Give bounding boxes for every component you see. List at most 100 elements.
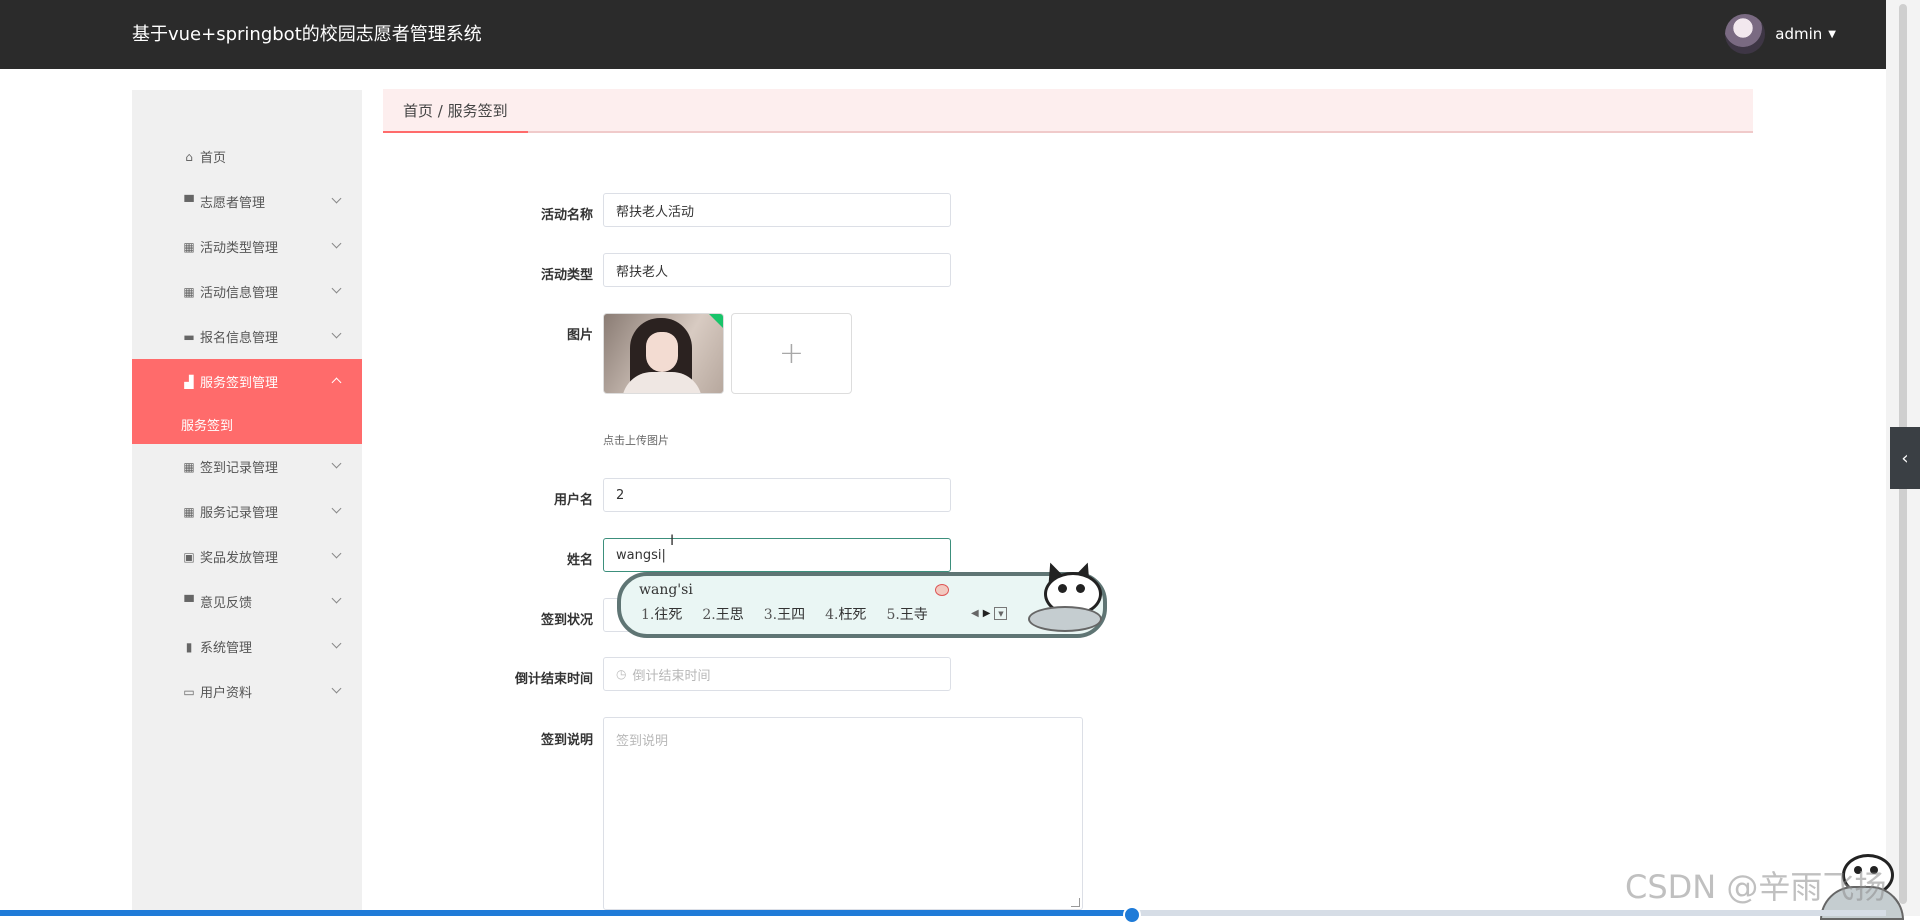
countdown-datetime-input[interactable]: ◷ 倒计结束时间 bbox=[603, 657, 951, 691]
breadcrumb-bar: 首页 / 服务签到 bbox=[383, 89, 1753, 133]
ime-candidate[interactable]: 2.王思 bbox=[702, 604, 743, 624]
sidebar-item-7[interactable]: ▦ 服务记录管理 bbox=[132, 489, 362, 534]
sidebar-menu: ⌂ 首页 ▀ 志愿者管理 ▦ 活动类型管理 ▦ 活动信息管理 ▬ 报名信息管理 ▟ 服务签到管理 服务签… bbox=[132, 134, 362, 714]
grid-icon: ▦ bbox=[183, 239, 195, 254]
ime-candidate-text: 王四 bbox=[777, 607, 806, 623]
sidebar: ⌂ 首页 ▀ 志愿者管理 ▦ 活动类型管理 ▦ 活动信息管理 ▬ 报名信息管理 ▟ 服务签到管理 服务签… bbox=[132, 90, 362, 916]
sidebar-item-10[interactable]: ▮ 系统管理 bbox=[132, 624, 362, 669]
activity-name-label: 活动名称 bbox=[540, 208, 593, 223]
chevron-down-icon bbox=[331, 283, 342, 294]
username-label: 用户名 bbox=[553, 493, 593, 508]
arrow-left-icon[interactable]: ◀ bbox=[971, 608, 979, 619]
sidebar-item-label: 活动类型管理 bbox=[200, 241, 279, 256]
chevron-up-icon bbox=[331, 377, 342, 388]
breadcrumb[interactable]: 首页 / 服务签到 bbox=[383, 89, 528, 133]
sidebar-item-3[interactable]: ▦ 活动信息管理 bbox=[132, 269, 362, 314]
countdown-label: 倒计结束时间 bbox=[514, 672, 593, 687]
monitor-icon: ▀ bbox=[184, 594, 194, 609]
sidebar-subitem-service-checkin[interactable]: 服务签到 bbox=[132, 404, 362, 444]
video-progress-handle[interactable] bbox=[1122, 906, 1141, 924]
ime-candidate-number: 2. bbox=[702, 607, 716, 623]
bar-chart-icon: ▮ bbox=[185, 639, 193, 654]
remark-label: 签到说明 bbox=[540, 733, 593, 748]
sidebar-item-label: 报名信息管理 bbox=[200, 331, 279, 346]
sidebar-item-6[interactable]: ▦ 签到记录管理 bbox=[132, 444, 362, 489]
countdown-placeholder: 倒计结束时间 bbox=[632, 668, 711, 684]
clock-icon: ◷ bbox=[616, 667, 627, 681]
chevron-down-icon bbox=[331, 503, 342, 514]
ime-candidate[interactable]: 3.王四 bbox=[764, 604, 805, 624]
chevron-down-icon bbox=[331, 458, 342, 469]
ime-candidate-number: 1. bbox=[641, 607, 655, 623]
ime-mascot-icon bbox=[1028, 559, 1102, 632]
app-title: 基于vue+springbot的校园志愿者管理系统 bbox=[132, 24, 482, 45]
plus-icon: + bbox=[778, 336, 805, 371]
watermark: CSDN @辛雨飞扬 bbox=[1625, 868, 1887, 906]
upload-hint: 点击上传图片 bbox=[603, 434, 669, 447]
grid-icon: ▦ bbox=[183, 459, 195, 474]
grid-icon: ▦ bbox=[183, 504, 195, 519]
sidebar-item-label: 首页 bbox=[200, 151, 227, 166]
chevron-down-icon bbox=[331, 548, 342, 559]
ime-candidate-list: 1.往死 2.王思 3.王四 4.枉死 5.王寺 bbox=[641, 604, 928, 624]
sidebar-item-4[interactable]: ▬ 报名信息管理 bbox=[132, 314, 362, 359]
clipboard-icon: ▣ bbox=[183, 549, 195, 564]
thumb-icon: ▟ bbox=[184, 374, 194, 389]
ime-candidate[interactable]: 5.王寺 bbox=[886, 604, 927, 624]
sidebar-item-label: 志愿者管理 bbox=[200, 196, 266, 211]
sidebar-item-8[interactable]: ▣ 奖品发放管理 bbox=[132, 534, 362, 579]
sidebar-item-label: 签到记录管理 bbox=[200, 461, 279, 476]
sidebar-item-label: 用户资料 bbox=[200, 686, 253, 701]
ime-candidate[interactable]: 1.往死 bbox=[641, 604, 682, 624]
name-input-value: wangsi bbox=[616, 547, 662, 563]
sidebar-item-11[interactable]: ▭ 用户资料 bbox=[132, 669, 362, 714]
monitor-icon: ▀ bbox=[184, 194, 194, 209]
ime-eye-icon[interactable] bbox=[935, 584, 949, 596]
collapse-panel-button[interactable]: ‹ bbox=[1890, 427, 1920, 489]
arrow-right-icon[interactable]: ▶ bbox=[983, 608, 991, 619]
ime-page-controls[interactable]: ◀ ▶ ▼ bbox=[971, 607, 1008, 620]
video-progress-bar[interactable] bbox=[0, 906, 1886, 924]
username[interactable]: admin bbox=[1775, 25, 1822, 43]
username-input[interactable]: 2 bbox=[603, 478, 951, 512]
name-input[interactable]: wangsi | bbox=[603, 538, 951, 572]
status-label: 签到状况 bbox=[540, 613, 593, 628]
sidebar-item-1[interactable]: ▀ 志愿者管理 bbox=[132, 179, 362, 224]
sidebar-item-label: 服务记录管理 bbox=[200, 506, 279, 521]
user-menu[interactable]: admin ▼ bbox=[1725, 14, 1836, 54]
sidebar-item-9[interactable]: ▀ 意见反馈 bbox=[132, 579, 362, 624]
expand-icon[interactable]: ▼ bbox=[994, 607, 1008, 620]
sidebar-item-2[interactable]: ▦ 活动类型管理 bbox=[132, 224, 362, 269]
uploaded-image-thumbnail[interactable] bbox=[603, 313, 724, 394]
sidebar-item-label: 意见反馈 bbox=[200, 596, 253, 611]
resize-handle-icon[interactable] bbox=[1071, 898, 1080, 907]
name-label: 姓名 bbox=[566, 553, 593, 568]
avatar[interactable] bbox=[1725, 14, 1766, 54]
image-label: 图片 bbox=[566, 328, 593, 343]
ime-candidate-text: 王寺 bbox=[899, 607, 928, 623]
home-icon: ⌂ bbox=[185, 149, 193, 164]
chevron-down-icon bbox=[331, 683, 342, 694]
activity-type-input[interactable]: 帮扶老人 bbox=[603, 253, 951, 287]
grid-icon: ▦ bbox=[183, 284, 195, 299]
sidebar-item-5[interactable]: ▟ 服务签到管理 bbox=[132, 359, 362, 404]
sidebar-item-0[interactable]: ⌂ 首页 bbox=[132, 134, 362, 179]
ime-candidate-text: 枉死 bbox=[838, 607, 867, 623]
top-header: 基于vue+springbot的校园志愿者管理系统 admin ▼ bbox=[0, 0, 1886, 69]
upload-image-button[interactable]: + bbox=[731, 313, 852, 394]
ime-candidate-text: 往死 bbox=[654, 607, 683, 623]
chevron-down-icon bbox=[331, 238, 342, 249]
card-icon: ▭ bbox=[183, 684, 195, 699]
ime-candidate[interactable]: 4.枉死 bbox=[825, 604, 866, 624]
remark-textarea[interactable]: 签到说明 bbox=[603, 717, 1083, 910]
ime-candidate-number: 3. bbox=[763, 607, 778, 623]
activity-type-label: 活动类型 bbox=[540, 268, 593, 283]
sidebar-item-label: 奖品发放管理 bbox=[200, 551, 279, 566]
caret-down-icon[interactable]: ▼ bbox=[1828, 29, 1836, 40]
ime-candidate-number: 5. bbox=[886, 607, 900, 623]
ime-candidate-text: 王思 bbox=[715, 607, 744, 623]
activity-name-input[interactable]: 帮扶老人活动 bbox=[603, 193, 951, 227]
chevron-down-icon bbox=[331, 638, 342, 649]
sidebar-item-label: 系统管理 bbox=[200, 641, 253, 656]
sidebar-item-label: 活动信息管理 bbox=[200, 286, 279, 301]
